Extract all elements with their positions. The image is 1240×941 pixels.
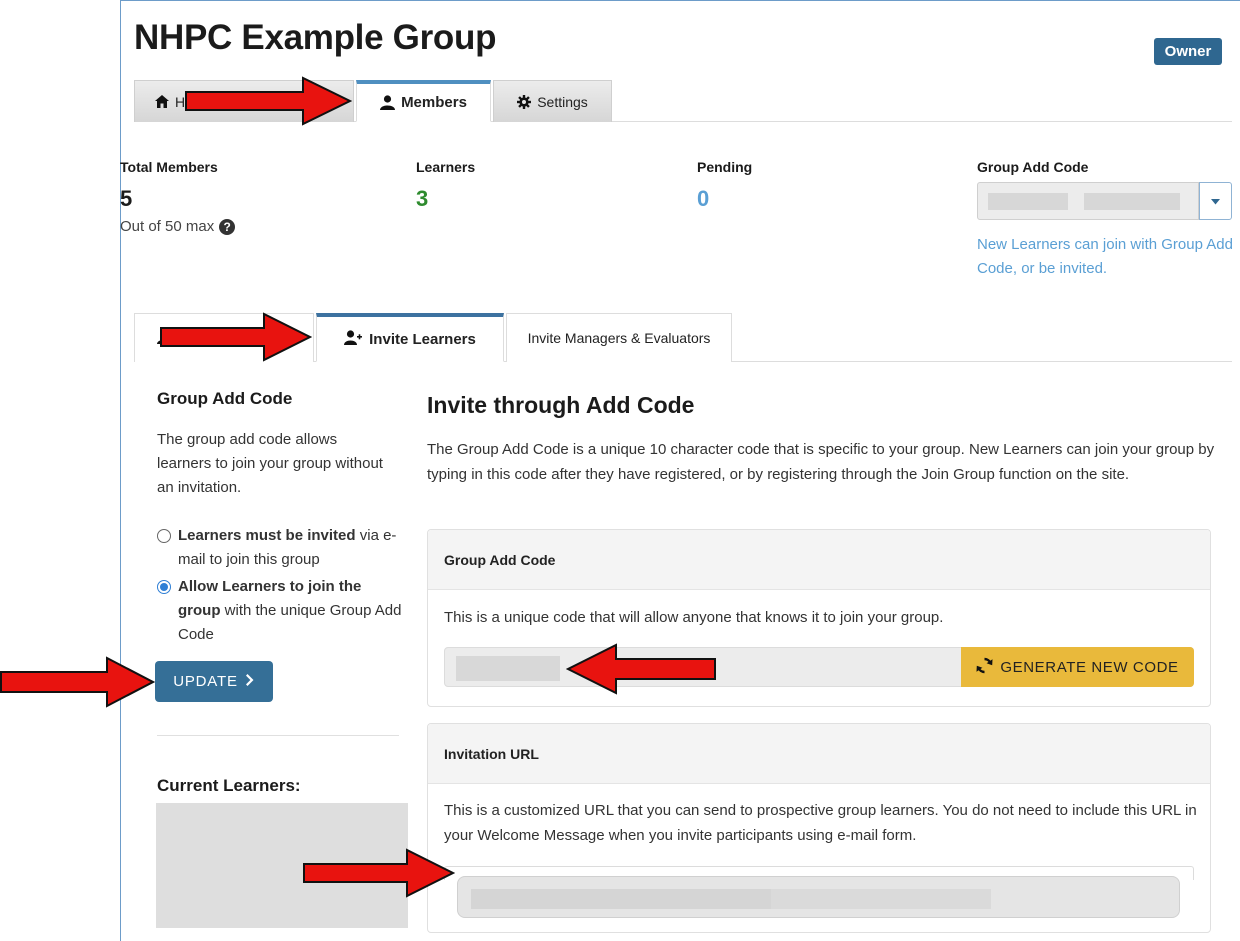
help-icon[interactable]: ? [219,218,236,235]
tab-invite-learners[interactable]: Invite Learners [316,313,504,362]
invitation-url-panel: Invitation URL This is a customized URL … [427,723,1211,933]
main-heading: Invite through Add Code [427,392,695,418]
screenshot-frame-left [120,0,121,941]
group-add-code-note: New Learners can join with Group Add Cod… [977,236,1233,277]
left-divider [157,735,399,736]
refresh-icon [976,657,993,678]
gear-icon [517,94,532,109]
member-limit-text: Out of 50 max ? [120,218,236,235]
annotation-arrow-members-tab [185,76,353,126]
annotation-arrow-invitation-url [303,848,455,898]
redacted-code-part [988,193,1068,210]
learners-label: Learners [416,159,476,175]
group-add-code-select[interactable] [977,182,1199,220]
redacted-url-part [471,889,771,909]
group-add-code-label: Group Add Code [977,159,1089,175]
option-allow-code[interactable]: Allow Learners to join the group with th… [157,575,402,647]
group-add-code-panel: Group Add Code This is a unique code tha… [427,529,1211,707]
radio-allow-code[interactable] [157,580,171,594]
generate-new-code-label: GENERATE NEW CODE [1000,658,1179,676]
pending-label: Pending [697,159,753,175]
user-plus-icon [344,329,363,349]
annotation-arrow-invite-learners-tab [160,312,312,362]
tab-members-label: Members [401,94,467,111]
total-members-value: 5 [120,186,133,211]
current-learners-heading: Current Learners: [157,776,301,795]
home-icon [155,95,169,108]
generate-new-code-button[interactable]: GENERATE NEW CODE [961,647,1194,687]
radio-invite-only[interactable] [157,529,171,543]
tab-settings[interactable]: Settings [493,80,612,122]
panel-title: Group Add Code [428,530,1210,590]
redacted-url-part [771,889,991,909]
pending-value: 0 [697,186,710,211]
total-members-label: Total Members [120,159,218,175]
user-icon [380,95,396,110]
panel-title: Invitation URL [428,724,1210,784]
redacted-code [456,656,560,681]
learners-value: 3 [416,186,429,211]
group-add-code-field[interactable]: GENERATE NEW CODE [444,647,1194,687]
left-heading: Group Add Code [157,389,293,408]
option-invite-only-text: Learners must be invited via e-mail to j… [178,524,402,572]
panel-text: This is a unique code that will allow an… [444,609,944,626]
tab-invite-managers-label: Invite Managers & Evaluators [527,330,711,346]
panel-text: This is a customized URL that you can se… [444,802,1197,844]
update-button[interactable]: UPDATE [155,661,273,702]
code-dropdown-button[interactable] [1199,182,1232,220]
page-title: NHPC Example Group [134,18,497,57]
member-limit-label: Out of 50 max [120,218,215,235]
chevron-right-icon [245,673,255,690]
annotation-arrow-group-add-code [566,643,716,695]
option-allow-code-text: Allow Learners to join the group with th… [178,575,402,647]
option-invite-only[interactable]: Learners must be invited via e-mail to j… [157,524,402,572]
caret-down-icon [1211,192,1220,210]
annotation-arrow-update-button [0,656,155,708]
tab-invite-managers[interactable]: Invite Managers & Evaluators [506,313,732,362]
tab-members[interactable]: Members [356,80,491,122]
screenshot-frame-top [120,0,1240,1]
role-badge: Owner [1154,38,1222,65]
update-button-label: UPDATE [173,673,238,690]
option-invite-only-bold: Learners must be invited [178,527,356,544]
tab-invite-learners-label: Invite Learners [369,330,476,348]
main-description: The Group Add Code is a unique 10 charac… [427,441,1215,483]
left-description: The group add code allows learners to jo… [157,431,383,496]
tab-settings-label: Settings [537,93,588,110]
redacted-code-part [1084,193,1180,210]
invitation-url-field[interactable] [457,876,1180,918]
